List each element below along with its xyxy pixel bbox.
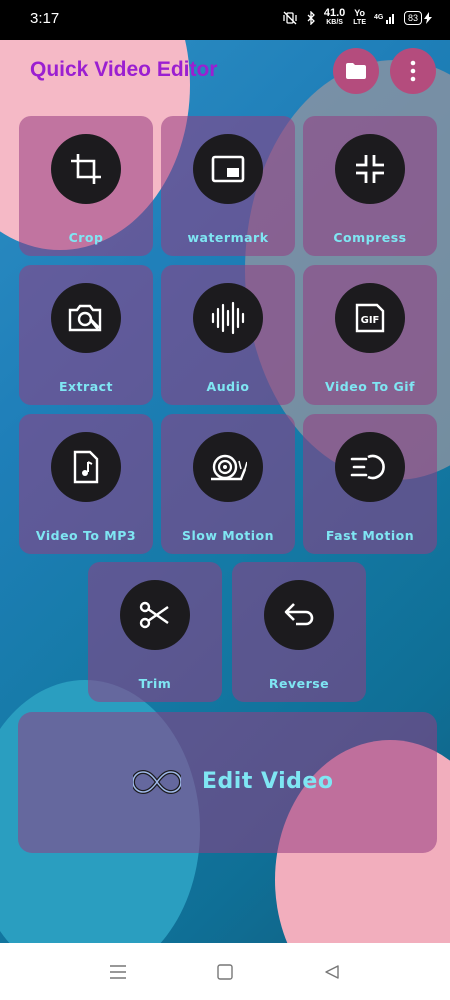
compress-icon xyxy=(356,155,384,183)
app-screen: Quick Video Editor Crop watermark Compre… xyxy=(0,40,450,943)
page-title: Quick Video Editor xyxy=(30,58,218,81)
extract-icon-circle xyxy=(51,283,121,353)
fast-forward-icon xyxy=(350,454,385,480)
audio-label: Audio xyxy=(206,379,250,394)
system-nav-bar xyxy=(0,943,450,1000)
slow-motion-label: Slow Motion xyxy=(181,528,275,543)
folder-button[interactable] xyxy=(333,48,379,94)
crop-icon xyxy=(71,154,101,184)
crop-label: Crop xyxy=(68,230,104,245)
video-to-mp3-label: Video To MP3 xyxy=(35,528,137,543)
reverse-label: Reverse xyxy=(268,676,330,691)
gif-icon-circle: GIF xyxy=(335,283,405,353)
bluetooth-icon xyxy=(307,11,315,25)
folder-icon xyxy=(346,63,366,79)
compress-tile[interactable]: Compress xyxy=(303,116,437,256)
compress-icon-circle xyxy=(335,134,405,204)
video-to-gif-tile[interactable]: GIF Video To Gif xyxy=(303,265,437,405)
fast-motion-icon-circle xyxy=(335,432,405,502)
status-time: 3:17 xyxy=(30,10,60,27)
fast-motion-tile[interactable]: Fast Motion xyxy=(303,414,437,554)
slow-motion-tile[interactable]: Slow Motion xyxy=(161,414,295,554)
more-options-button[interactable] xyxy=(390,48,436,94)
signal-icon: 4G xyxy=(374,14,394,24)
svg-text:GIF: GIF xyxy=(361,315,380,326)
vibrate-off-icon xyxy=(283,11,297,25)
extract-label: Extract xyxy=(58,379,114,394)
extract-tile[interactable]: Extract xyxy=(19,265,153,405)
edit-video-button[interactable]: Edit Video xyxy=(18,712,437,853)
recents-button[interactable] xyxy=(107,961,129,983)
audio-icon-circle xyxy=(193,283,263,353)
battery-level: 83 xyxy=(403,11,422,25)
status-bar: 3:17 41.0 KB/S Yo LTE 4G 83 xyxy=(0,0,450,40)
status-icons: 41.0 KB/S Yo LTE 4G 83 xyxy=(282,7,432,27)
mp3-icon-circle xyxy=(51,432,121,502)
video-to-mp3-tile[interactable]: Video To MP3 xyxy=(19,414,153,554)
watermark-tile[interactable]: watermark xyxy=(161,116,295,256)
reverse-arrow-icon xyxy=(284,603,314,626)
audio-file-icon xyxy=(73,450,99,484)
scissors-icon xyxy=(139,601,169,629)
gif-icon: GIF xyxy=(355,303,385,333)
fast-motion-label: Fast Motion xyxy=(325,528,415,543)
watermark-label: watermark xyxy=(187,230,269,245)
compress-label: Compress xyxy=(333,230,407,245)
charging-icon xyxy=(424,12,432,24)
watermark-icon-circle xyxy=(193,134,263,204)
picture-in-picture-icon xyxy=(211,155,245,183)
snail-icon xyxy=(211,454,247,481)
reverse-icon-circle xyxy=(264,580,334,650)
reverse-tile[interactable]: Reverse xyxy=(232,562,366,702)
trim-label: Trim xyxy=(138,676,172,691)
network-gen: 4G xyxy=(374,14,384,21)
audio-tile[interactable]: Audio xyxy=(161,265,295,405)
crop-icon-circle xyxy=(51,134,121,204)
infinity-logo-icon xyxy=(133,769,181,795)
edit-video-label: Edit Video xyxy=(202,769,334,794)
video-to-gif-label: Video To Gif xyxy=(325,379,415,394)
audio-waveform-icon xyxy=(211,301,245,335)
network-speed: 41.0 KB/S xyxy=(323,7,346,27)
trim-icon-circle xyxy=(120,580,190,650)
home-button[interactable] xyxy=(214,961,236,983)
camera-extract-icon xyxy=(68,304,102,332)
slow-motion-icon-circle xyxy=(193,432,263,502)
network-type: Yo LTE xyxy=(353,8,366,27)
back-button[interactable] xyxy=(321,961,343,983)
crop-tile[interactable]: Crop xyxy=(19,116,153,256)
battery: 83 xyxy=(403,11,432,25)
square-home-icon xyxy=(217,964,233,980)
menu-lines-icon xyxy=(110,965,126,979)
trim-tile[interactable]: Trim xyxy=(88,562,222,702)
triangle-back-icon xyxy=(325,965,339,979)
more-vert-icon xyxy=(410,60,416,82)
